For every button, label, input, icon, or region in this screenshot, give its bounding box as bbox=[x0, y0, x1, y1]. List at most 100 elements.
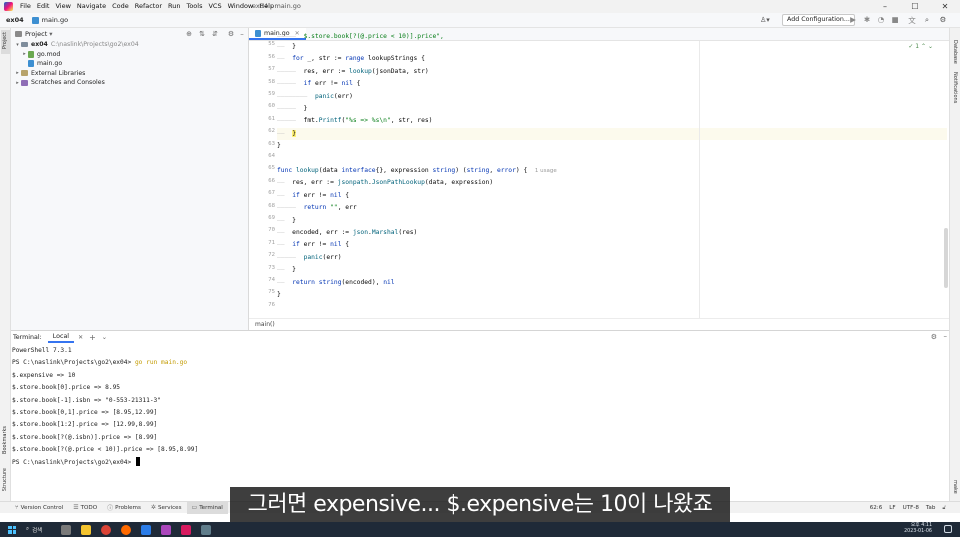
line-number: 76 bbox=[268, 301, 275, 308]
maximize-window-button[interactable]: ☐ bbox=[900, 0, 930, 13]
chevron-right-icon[interactable]: ▸ bbox=[14, 70, 21, 76]
menu-run[interactable]: Run bbox=[165, 0, 183, 13]
terminal-line: $.store.book[0].price => 8.95 bbox=[12, 384, 121, 392]
indent-setting[interactable]: Tab bbox=[926, 505, 935, 511]
taskbar-clock[interactable]: 오후 4:11 2023-01-06 bbox=[904, 523, 932, 536]
coverage-icon[interactable]: ◔ bbox=[876, 15, 886, 24]
chevron-down-icon[interactable]: ⌄ bbox=[102, 334, 107, 341]
code-string: $.store.book[?(@.price < 10)].price", bbox=[303, 33, 444, 40]
terminal-tab-local[interactable]: Local bbox=[47, 331, 75, 343]
line-separator[interactable]: LF bbox=[889, 505, 895, 511]
close-tab-icon[interactable]: ✕ bbox=[78, 334, 83, 341]
chevron-down-icon[interactable]: ▾ bbox=[49, 30, 52, 38]
user-icon[interactable]: ♙▾ bbox=[760, 16, 770, 24]
menu-vcs[interactable]: VCS bbox=[205, 0, 224, 13]
todo-tab[interactable]: ☰ TODO bbox=[68, 502, 102, 514]
tree-item-external-libraries[interactable]: ▸ External Libraries bbox=[11, 69, 248, 79]
project-tool-tab[interactable]: Project bbox=[1, 30, 10, 54]
code-area[interactable]: ————— $.store.book[?(@.price < 10)].pric… bbox=[277, 33, 947, 318]
problems-tab[interactable]: ⓘ Problems bbox=[102, 502, 146, 514]
code-line: } bbox=[277, 142, 281, 150]
settings-gear-icon[interactable]: ⚙ bbox=[938, 15, 948, 24]
code-line: —— return string(encoded), nil bbox=[277, 278, 395, 286]
line-number: 71 bbox=[268, 239, 275, 246]
code-line: —— } bbox=[277, 43, 296, 50]
terminal-title: Terminal: bbox=[13, 333, 42, 341]
goland-taskbar-icon[interactable] bbox=[161, 524, 171, 535]
menu-file[interactable]: File bbox=[17, 0, 34, 13]
hide-panel-icon[interactable]: – bbox=[237, 30, 247, 38]
windows-start-icon[interactable] bbox=[8, 525, 16, 534]
terminal-cursor bbox=[135, 457, 140, 467]
task-view-icon[interactable] bbox=[61, 524, 71, 535]
breadcrumb-file[interactable]: main.go bbox=[42, 16, 68, 24]
editor-scrollbar[interactable] bbox=[944, 228, 948, 288]
terminal-command: go run main.go bbox=[134, 359, 188, 367]
chevron-right-icon[interactable]: ▸ bbox=[21, 51, 28, 57]
caret-position[interactable]: 62:6 bbox=[870, 505, 883, 511]
chevron-down-icon[interactable]: ▾ bbox=[14, 42, 21, 48]
minimize-window-button[interactable]: – bbox=[870, 0, 900, 13]
navigation-bar: ex04 main.go ♙▾ Add Configuration... ▶ ✱… bbox=[0, 13, 960, 28]
new-terminal-icon[interactable]: + bbox=[89, 333, 96, 342]
menu-view[interactable]: View bbox=[52, 0, 73, 13]
code-line: ————— panic(err) bbox=[277, 253, 342, 261]
code-line: —— } bbox=[277, 266, 296, 274]
tree-item-go-mod[interactable]: ▸ go.mod bbox=[11, 50, 248, 60]
chevron-right-icon[interactable]: ▸ bbox=[14, 80, 21, 86]
terminal-tab[interactable]: ▭ Terminal bbox=[186, 501, 228, 514]
line-number: 73 bbox=[268, 264, 275, 271]
close-window-button[interactable]: ✕ bbox=[930, 0, 960, 13]
chrome-icon[interactable] bbox=[101, 524, 111, 535]
search-everywhere-icon[interactable]: ⌕ bbox=[922, 15, 932, 25]
translate-icon[interactable]: 文 bbox=[907, 15, 917, 26]
breadcrumb-project[interactable]: ex04 bbox=[6, 16, 24, 24]
structure-tool-tab[interactable]: Structure bbox=[2, 468, 8, 491]
panel-settings-icon[interactable]: ⚙ bbox=[226, 30, 236, 38]
file-encoding[interactable]: UTF-8 bbox=[903, 505, 919, 511]
collapse-all-icon[interactable]: ⇵ bbox=[210, 30, 220, 38]
search-label: 검색 bbox=[32, 527, 43, 534]
project-view-selector[interactable]: Project bbox=[25, 30, 47, 38]
terminal-settings-icon[interactable]: ⚙ bbox=[931, 333, 937, 341]
file-explorer-icon[interactable] bbox=[81, 524, 91, 535]
menu-navigate[interactable]: Navigate bbox=[74, 0, 109, 13]
tree-root[interactable]: ▾ ex04 C:\naslink\Projects\go2\ex04 bbox=[11, 40, 248, 50]
menu-tools[interactable]: Tools bbox=[183, 0, 205, 13]
services-tab[interactable]: ✲ Services bbox=[146, 502, 187, 514]
menu-refactor[interactable]: Refactor bbox=[132, 0, 165, 13]
tree-item-main-go[interactable]: main.go bbox=[11, 59, 248, 69]
add-configuration-button[interactable]: Add Configuration... bbox=[782, 14, 855, 26]
lock-icon[interactable]: 🔓︎ bbox=[942, 505, 946, 512]
notification-icon[interactable] bbox=[944, 525, 952, 533]
code-line: ————— $.store.book[?(@.price < 10)].pric… bbox=[277, 33, 444, 40]
stop-icon[interactable]: ■ bbox=[890, 15, 900, 24]
make-tool-tab[interactable]: make bbox=[952, 480, 958, 494]
menu-edit[interactable]: Edit bbox=[34, 0, 53, 13]
hide-terminal-icon[interactable]: – bbox=[944, 332, 948, 340]
code-line: —— if err != nil { bbox=[277, 191, 350, 199]
debug-icon[interactable]: ✱ bbox=[862, 15, 872, 24]
locate-file-icon[interactable]: ⊕ bbox=[184, 30, 194, 38]
terminal-output[interactable]: PowerShell 7.3.1 PS C:\naslink\Projects\… bbox=[12, 345, 942, 500]
menu-code[interactable]: Code bbox=[109, 0, 132, 13]
expand-all-icon[interactable]: ⇅ bbox=[197, 30, 207, 38]
run-icon[interactable]: ▶ bbox=[848, 15, 858, 24]
code-line: —— } bbox=[277, 129, 296, 137]
code-breadcrumb[interactable]: main() bbox=[249, 318, 949, 330]
left-tool-strip: Project Bookmarks Structure bbox=[0, 28, 11, 501]
code-line: —— } bbox=[277, 216, 296, 224]
app-icon[interactable] bbox=[181, 524, 191, 535]
database-tool-tab[interactable]: Database bbox=[952, 40, 958, 64]
bookmarks-tool-tab[interactable]: Bookmarks bbox=[2, 426, 8, 454]
vscode-icon[interactable] bbox=[141, 524, 151, 535]
app-icon[interactable] bbox=[201, 524, 211, 535]
terminal-icon: ▭ bbox=[191, 504, 198, 511]
notifications-tool-tab[interactable]: Notifications bbox=[952, 72, 958, 103]
status-bar-right: 62:6 LF UTF-8 Tab 🔓︎ bbox=[863, 502, 946, 514]
version-control-tab[interactable]: ⑂ Version Control bbox=[10, 502, 68, 514]
tree-root-name: ex04 bbox=[31, 41, 48, 49]
taskbar-search[interactable]: ⌕ 검색 bbox=[26, 526, 56, 534]
firefox-icon[interactable] bbox=[121, 524, 131, 535]
tree-item-scratches[interactable]: ▸ Scratches and Consoles bbox=[11, 78, 248, 88]
